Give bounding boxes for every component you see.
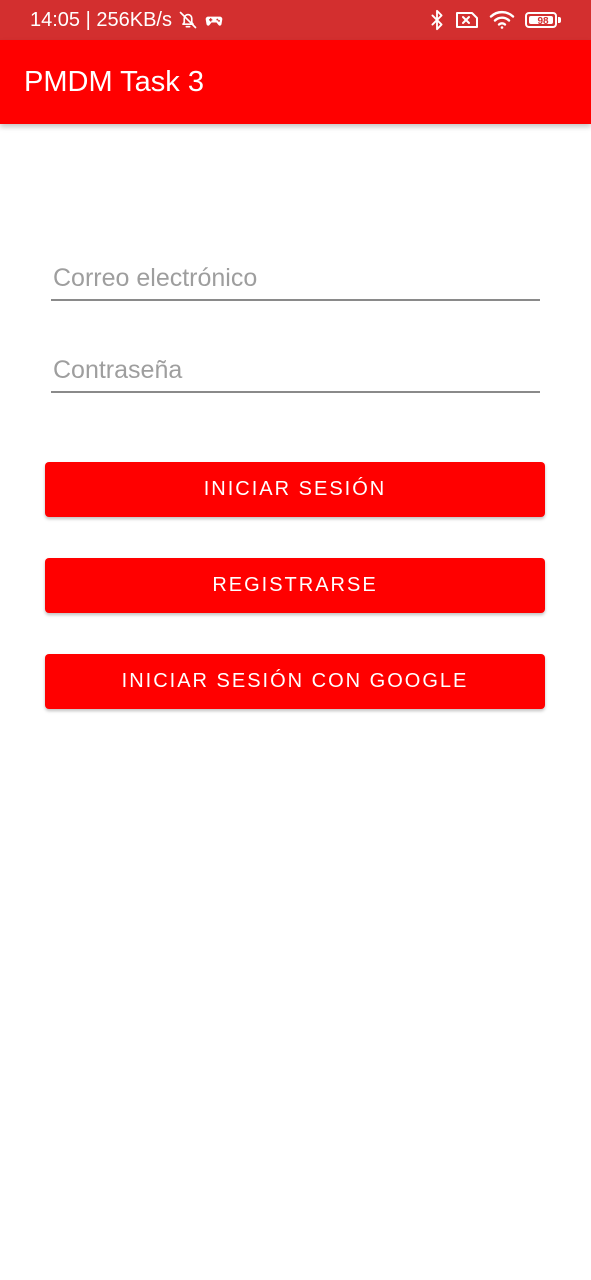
status-right: 98 [429, 0, 561, 40]
app-bar: PMDM Task 3 [0, 40, 591, 124]
bluetooth-icon [429, 9, 445, 31]
battery-level: 98 [537, 16, 549, 27]
status-bar: 14:05 | 256KB/s 98 [0, 0, 591, 40]
game-controller-icon [204, 10, 224, 30]
battery-icon: 98 [525, 11, 561, 29]
wifi-icon [489, 10, 515, 30]
google-login-button[interactable]: INICIAR SESIÓN CON GOOGLE [45, 654, 545, 709]
battery-tip [558, 17, 561, 23]
battery-body: 98 [525, 12, 557, 28]
register-button[interactable]: REGISTRARSE [45, 558, 545, 613]
status-time-network: 14:05 | 256KB/s [30, 8, 172, 31]
bell-off-icon [178, 10, 198, 30]
status-left: 14:05 | 256KB/s [30, 0, 224, 40]
password-input[interactable] [51, 349, 540, 393]
sim-blocked-icon [455, 10, 479, 30]
login-button[interactable]: INICIAR SESIÓN [45, 462, 545, 517]
email-input[interactable] [51, 257, 540, 301]
app-title: PMDM Task 3 [24, 66, 204, 98]
